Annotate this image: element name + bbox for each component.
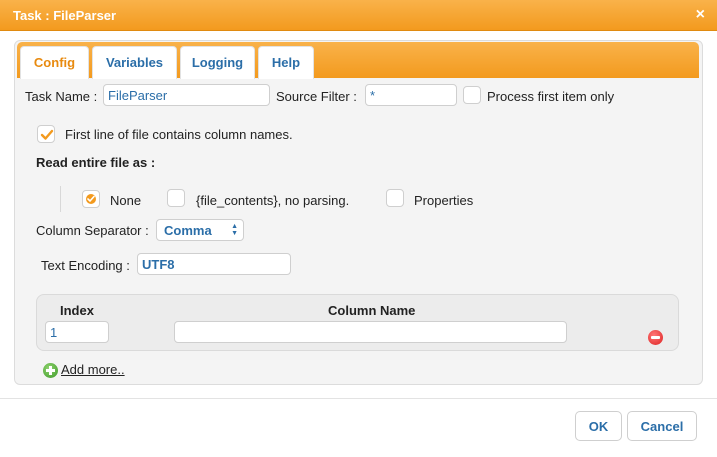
tab-logging[interactable]: Logging bbox=[180, 46, 255, 79]
tab-help[interactable]: Help bbox=[258, 46, 314, 79]
process-first-label: Process first item only bbox=[487, 89, 615, 104]
cancel-button[interactable]: Cancel bbox=[627, 411, 697, 441]
divider bbox=[60, 186, 61, 212]
check-icon bbox=[40, 129, 54, 140]
source-filter-input[interactable] bbox=[365, 84, 457, 106]
read-option-none-label: None bbox=[110, 193, 142, 208]
text-encoding-input[interactable] bbox=[137, 253, 291, 275]
column-separator-label: Column Separator : bbox=[36, 223, 149, 238]
row-index-input[interactable] bbox=[45, 321, 109, 343]
window-title: Task : FileParser bbox=[13, 8, 117, 23]
tab-variables[interactable]: Variables bbox=[92, 46, 177, 79]
updown-arrows-icon: ▲ ▼ bbox=[231, 223, 238, 237]
row-column-name-input[interactable] bbox=[174, 321, 567, 343]
add-more-link[interactable]: Add more.. bbox=[61, 362, 125, 377]
title-bar: Task : FileParser × bbox=[0, 0, 717, 31]
read-entire-label: Read entire file as : bbox=[36, 155, 156, 170]
column-header-index: Index bbox=[60, 303, 94, 318]
column-separator-value: Comma bbox=[164, 223, 212, 238]
close-icon[interactable]: × bbox=[696, 6, 705, 24]
ok-button[interactable]: OK bbox=[575, 411, 622, 441]
column-header-name: Column Name bbox=[328, 303, 416, 318]
tab-config[interactable]: Config bbox=[20, 46, 89, 79]
read-option-properties-label: Properties bbox=[414, 193, 474, 208]
radio-selected-icon bbox=[86, 194, 96, 204]
read-option-contents[interactable] bbox=[167, 189, 185, 207]
source-filter-label: Source Filter : bbox=[276, 89, 357, 104]
footer-divider bbox=[0, 398, 717, 399]
column-separator-select[interactable]: Comma ▲ ▼ bbox=[156, 219, 244, 241]
first-line-checkbox[interactable] bbox=[37, 125, 55, 143]
task-name-input[interactable] bbox=[103, 84, 270, 106]
tab-bar: Config Variables Logging Help bbox=[17, 42, 699, 79]
process-first-checkbox[interactable] bbox=[463, 86, 481, 104]
first-line-label: First line of file contains column names… bbox=[65, 127, 293, 142]
add-icon[interactable] bbox=[43, 363, 58, 378]
read-option-none[interactable] bbox=[82, 190, 100, 208]
read-option-contents-label: {file_contents}, no parsing. bbox=[196, 193, 350, 208]
read-option-properties[interactable] bbox=[386, 189, 404, 207]
text-encoding-label: Text Encoding : bbox=[41, 258, 130, 273]
remove-row-icon[interactable] bbox=[648, 330, 663, 345]
task-name-label: Task Name : bbox=[25, 89, 98, 104]
